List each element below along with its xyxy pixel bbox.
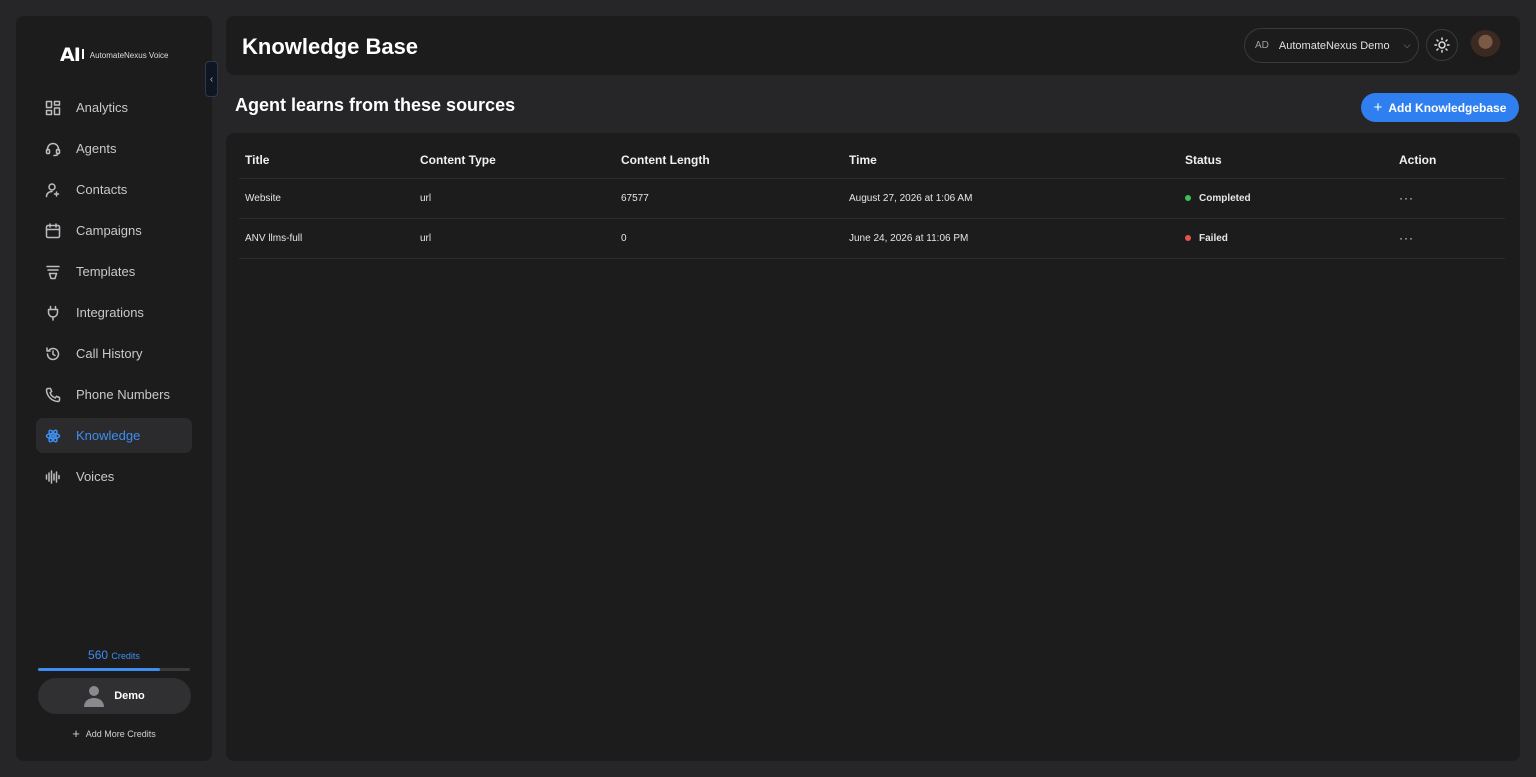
phone-icon (44, 386, 62, 404)
column-header-action: Action (1393, 143, 1505, 179)
brand-logo[interactable]: AI AutomateNexus Voice (60, 44, 169, 66)
status-dot-icon (1185, 235, 1191, 241)
sidebar-item-label: Knowledge (76, 428, 141, 443)
sidebar-nav: Analytics Agents Contacts Campaigns Temp… (36, 90, 192, 500)
credits-progress-fill (38, 668, 160, 671)
brand-name: AutomateNexus Voice (89, 50, 169, 60)
sidebar-item-label: Contacts (76, 182, 128, 197)
org-name: AutomateNexus Demo (1278, 39, 1390, 52)
plug-icon (44, 304, 62, 322)
org-initials: AD (1255, 40, 1269, 51)
cell-status: Completed (1179, 178, 1393, 219)
plus-icon: + (1373, 99, 1383, 116)
sidebar: AI AutomateNexus Voice Analytics Agents … (16, 16, 212, 761)
sun-icon (1434, 37, 1450, 53)
profile-avatar[interactable] (1470, 30, 1501, 61)
theme-toggle-button[interactable] (1426, 29, 1458, 61)
sidebar-item-label: Campaigns (76, 223, 142, 238)
table-header-row: Title Content Type Content Length Time S… (239, 143, 1505, 179)
sidebar-item-agents[interactable]: Agents (36, 131, 192, 166)
sidebar-item-templates[interactable]: Templates (36, 254, 192, 289)
sidebar-item-label: Integrations (76, 305, 144, 320)
cell-status: Failed (1179, 218, 1393, 259)
more-options-icon[interactable]: ··· (1399, 191, 1414, 205)
cell-title: Website (239, 178, 414, 219)
sidebar-item-label: Voices (76, 469, 115, 484)
add-credits-link[interactable]: + Add More Credits (16, 726, 212, 741)
credits-progress-bar (38, 668, 190, 671)
status-badge: Completed (1179, 179, 1393, 218)
sidebar-item-contacts[interactable]: Contacts (36, 172, 192, 207)
cell-content-length: 0 (615, 218, 843, 259)
section-title: Agent learns from these sources (235, 95, 516, 115)
sidebar-item-call-history[interactable]: Call History (36, 336, 192, 371)
knowledge-table: Title Content Type Content Length Time S… (239, 143, 1505, 259)
sidebar-item-label: Agents (76, 141, 117, 156)
knowledge-table-panel: Title Content Type Content Length Time S… (226, 133, 1520, 761)
status-label: Failed (1199, 232, 1228, 244)
sidebar-item-phone-numbers[interactable]: Phone Numbers (36, 377, 192, 412)
waveform-icon (44, 468, 62, 486)
top-header: Knowledge Base AD AutomateNexus Demo ⌵ (226, 16, 1520, 75)
column-header-title[interactable]: Title (239, 143, 414, 179)
add-knowledgebase-label: Add Knowledgebase (1388, 100, 1507, 115)
credits-amount: 560 (88, 648, 109, 662)
sidebar-item-integrations[interactable]: Integrations (36, 295, 192, 330)
more-options-icon[interactable]: ··· (1399, 231, 1414, 245)
sidebar-item-knowledge[interactable]: Knowledge (36, 418, 192, 453)
sidebar-item-label: Call History (76, 346, 143, 361)
organization-select[interactable]: AD AutomateNexus Demo ⌵ (1244, 28, 1419, 63)
cell-time: June 24, 2026 at 11:06 PM (843, 218, 1179, 259)
status-label: Completed (1199, 192, 1251, 204)
sidebar-item-label: Analytics (76, 100, 129, 115)
sidebar-item-voices[interactable]: Voices (36, 459, 192, 494)
column-header-content-length[interactable]: Content Length (615, 143, 843, 179)
chevron-left-icon: ‹ (209, 73, 214, 85)
headset-icon (44, 140, 62, 158)
cell-title: ANV llms-full (239, 218, 414, 259)
cell-content-type: url (414, 218, 615, 259)
sidebar-item-label: Templates (76, 264, 136, 279)
cell-action: ··· (1393, 178, 1505, 219)
user-avatar-icon (84, 686, 105, 707)
table-row[interactable]: ANV llms-full url 0 June 24, 2026 at 11:… (239, 218, 1505, 259)
sidebar-collapse-button[interactable]: ‹ (205, 61, 218, 97)
credits-display: 560 Credits (16, 648, 212, 662)
chevron-down-icon: ⌵ (1403, 40, 1411, 50)
user-name: Demo (114, 690, 145, 702)
grid-icon (44, 99, 62, 117)
cell-content-length: 67577 (615, 178, 843, 219)
add-knowledgebase-button[interactable]: + Add Knowledgebase (1361, 93, 1519, 122)
credits-unit: Credits (111, 651, 140, 661)
column-header-content-type[interactable]: Content Type (414, 143, 615, 179)
funnel-icon (44, 263, 62, 281)
cell-time: August 27, 2026 at 1:06 AM (843, 178, 1179, 219)
sidebar-item-analytics[interactable]: Analytics (36, 90, 192, 125)
column-header-status[interactable]: Status (1179, 143, 1393, 179)
atom-icon (44, 427, 62, 445)
cell-action: ··· (1393, 218, 1505, 259)
page-title: Knowledge Base (242, 34, 419, 59)
calendar-icon (44, 222, 62, 240)
cell-content-type: url (414, 178, 615, 219)
plus-icon: + (72, 726, 80, 741)
status-dot-icon (1185, 195, 1191, 201)
user-menu-button[interactable]: Demo (38, 678, 191, 714)
sidebar-item-label: Phone Numbers (76, 387, 170, 402)
sidebar-item-campaigns[interactable]: Campaigns (36, 213, 192, 248)
history-icon (44, 345, 62, 363)
user-add-icon (44, 181, 62, 199)
table-row[interactable]: Website url 67577 August 27, 2026 at 1:0… (239, 178, 1505, 219)
logo-mark: AI (60, 44, 84, 66)
add-credits-label: Add More Credits (85, 729, 156, 739)
column-header-time[interactable]: Time (843, 143, 1179, 179)
status-badge: Failed (1179, 219, 1393, 258)
